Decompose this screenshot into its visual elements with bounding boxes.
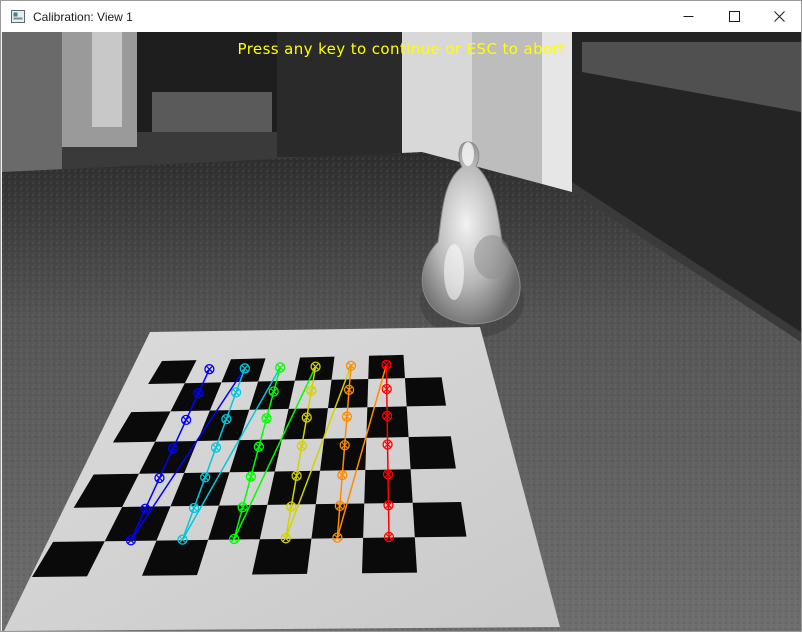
minimize-button[interactable] <box>665 1 711 32</box>
chessboard-square <box>404 377 447 407</box>
instruction-overlay: Press any key to continue or ESC to abor… <box>237 40 566 58</box>
maximize-icon <box>728 11 740 22</box>
camera-frame[interactable]: Press any key to continue or ESC to abor… <box>2 32 801 631</box>
chessboard-square <box>267 470 321 505</box>
maximize-button[interactable] <box>711 1 757 32</box>
hallway-floor <box>152 92 272 132</box>
camera-image <box>2 32 801 631</box>
app-icon <box>11 10 25 23</box>
title-bar[interactable]: Calibration: View 1 <box>1 1 801 32</box>
chessboard-square <box>408 436 456 470</box>
chessboard-square <box>252 538 312 575</box>
chessboard-square <box>362 537 417 574</box>
chessboard-square <box>412 502 467 538</box>
minimize-icon <box>683 16 693 17</box>
close-icon <box>773 11 785 22</box>
close-button[interactable] <box>756 1 801 32</box>
calibration-window: Calibration: View 1 Press any key to con… <box>0 0 802 632</box>
window-title: Calibration: View 1 <box>33 10 133 24</box>
